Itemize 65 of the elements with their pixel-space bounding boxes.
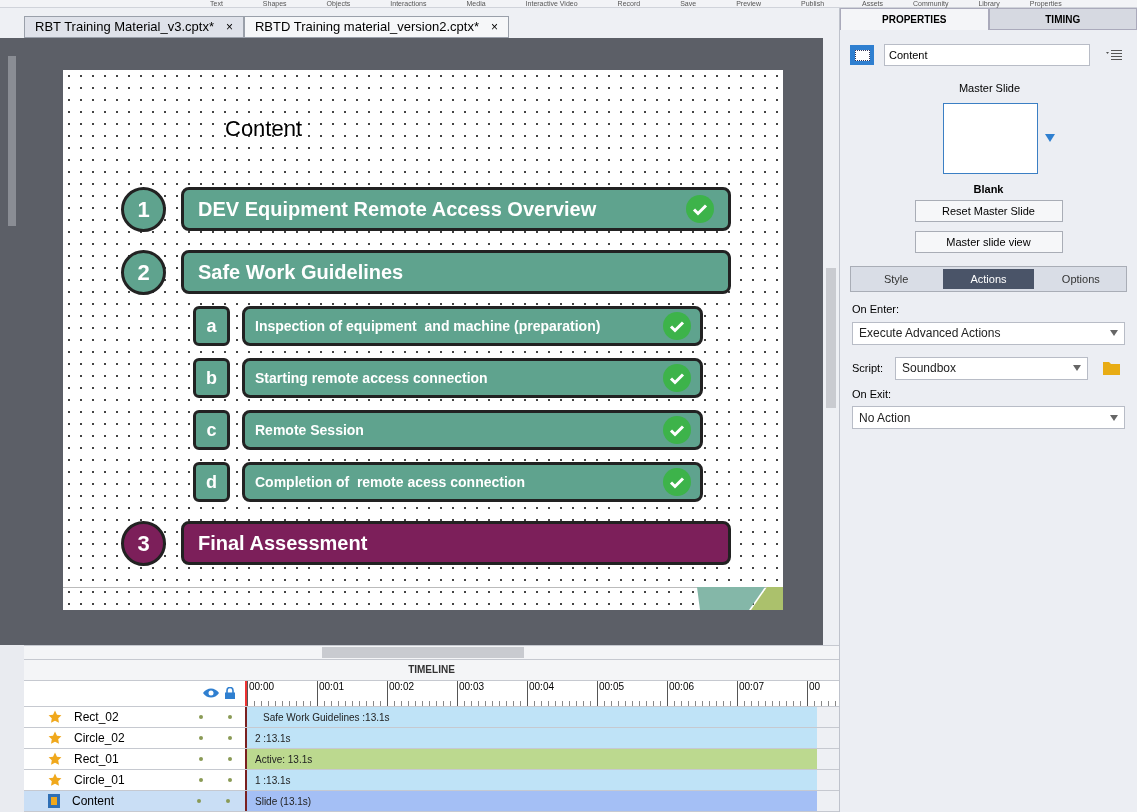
check-icon	[663, 416, 691, 444]
check-icon	[663, 312, 691, 340]
sub-tab[interactable]: Actions	[943, 269, 1034, 289]
caret-icon	[1073, 365, 1081, 371]
master-slide-thumbnail[interactable]	[942, 102, 1038, 174]
name-field[interactable]: Content	[884, 44, 1090, 66]
scrollbar[interactable]	[826, 268, 836, 408]
layer-name: Rect_01	[74, 751, 120, 768]
letter-box: a	[193, 306, 230, 346]
star-icon	[48, 710, 62, 724]
slide-title: Content	[225, 115, 304, 143]
panel-title: TIMELINE	[24, 660, 839, 681]
star-icon	[48, 752, 62, 766]
layer-name: Circle_01	[74, 772, 126, 789]
scrollbar[interactable]	[322, 647, 524, 658]
scrollbar[interactable]	[8, 56, 16, 226]
field-label: Script:	[852, 360, 885, 376]
check-icon	[663, 364, 691, 392]
close-icon[interactable]: ×	[225, 18, 233, 36]
check-icon	[686, 195, 714, 223]
document-tab[interactable]: RBT Training Material_v3.cptx* ×	[24, 16, 244, 38]
field-label: On Enter:	[852, 302, 901, 317]
panel-tab[interactable]: PROPERTIES	[840, 8, 989, 30]
timeline-row[interactable]: Rect_02 Safe Work Guidelines :13.1s	[24, 707, 839, 728]
layer-name: Rect_02	[74, 709, 120, 726]
dropdown[interactable]: Soundbox	[895, 356, 1088, 380]
slide-icon	[48, 794, 60, 808]
dropdown[interactable]: No Action	[852, 406, 1125, 429]
close-icon[interactable]: ×	[490, 18, 498, 36]
timeline-row[interactable]: Circle_02 2 :13.1s	[24, 728, 839, 749]
folder-icon[interactable]	[1103, 361, 1120, 375]
topic-button[interactable]: Final Assessment	[181, 521, 731, 565]
timeline-row[interactable]: Rect_01 Active: 13.1s	[24, 749, 839, 770]
letter-box: c	[193, 410, 230, 450]
master-slide-name: Blank	[973, 181, 1004, 197]
panel-button[interactable]: Master slide view	[914, 231, 1063, 253]
letter-box: b	[193, 358, 230, 398]
sub-tab[interactable]: Style	[851, 267, 942, 291]
section-label: Master Slide	[958, 81, 1021, 96]
timeline-bar[interactable]: Slide (13.1s)	[247, 791, 817, 811]
caret-icon	[1110, 330, 1118, 336]
document-tab[interactable]: RBTD Training material_version2.cptx* ×	[243, 16, 509, 38]
timeline-row[interactable]: Content Slide (13.1s)	[24, 791, 839, 812]
panel-tab[interactable]: TIMING	[988, 8, 1137, 30]
timeline-bar[interactable]: 2 :13.1s	[247, 728, 817, 748]
star-icon	[48, 731, 62, 745]
dropdown-caret-icon[interactable]	[1044, 134, 1055, 142]
star-icon	[48, 773, 62, 787]
dropdown[interactable]: Execute Advanced Actions	[852, 321, 1125, 345]
timeline-row[interactable]: Circle_01 1 :13.1s	[24, 770, 839, 791]
timeline-bar[interactable]: 1 :13.1s	[247, 770, 817, 790]
caret-icon	[1110, 414, 1118, 421]
menu-icon[interactable]	[1106, 50, 1122, 60]
timeline-bar[interactable]: Active: 13.1s	[247, 749, 817, 769]
layer-name: Content	[72, 793, 116, 810]
eye-icon[interactable]	[203, 688, 219, 699]
panel-button[interactable]: Reset Master Slide	[914, 200, 1063, 222]
lock-icon[interactable]	[225, 687, 235, 700]
field-label: On Exit:	[852, 386, 893, 402]
layer-name: Circle_02	[74, 730, 126, 747]
sub-tab[interactable]: Options	[1035, 267, 1126, 291]
letter-box: d	[193, 462, 230, 502]
check-icon	[663, 468, 691, 496]
slide-icon	[850, 45, 874, 65]
timeline-bar[interactable]: Safe Work Guidelines :13.1s	[247, 707, 817, 727]
